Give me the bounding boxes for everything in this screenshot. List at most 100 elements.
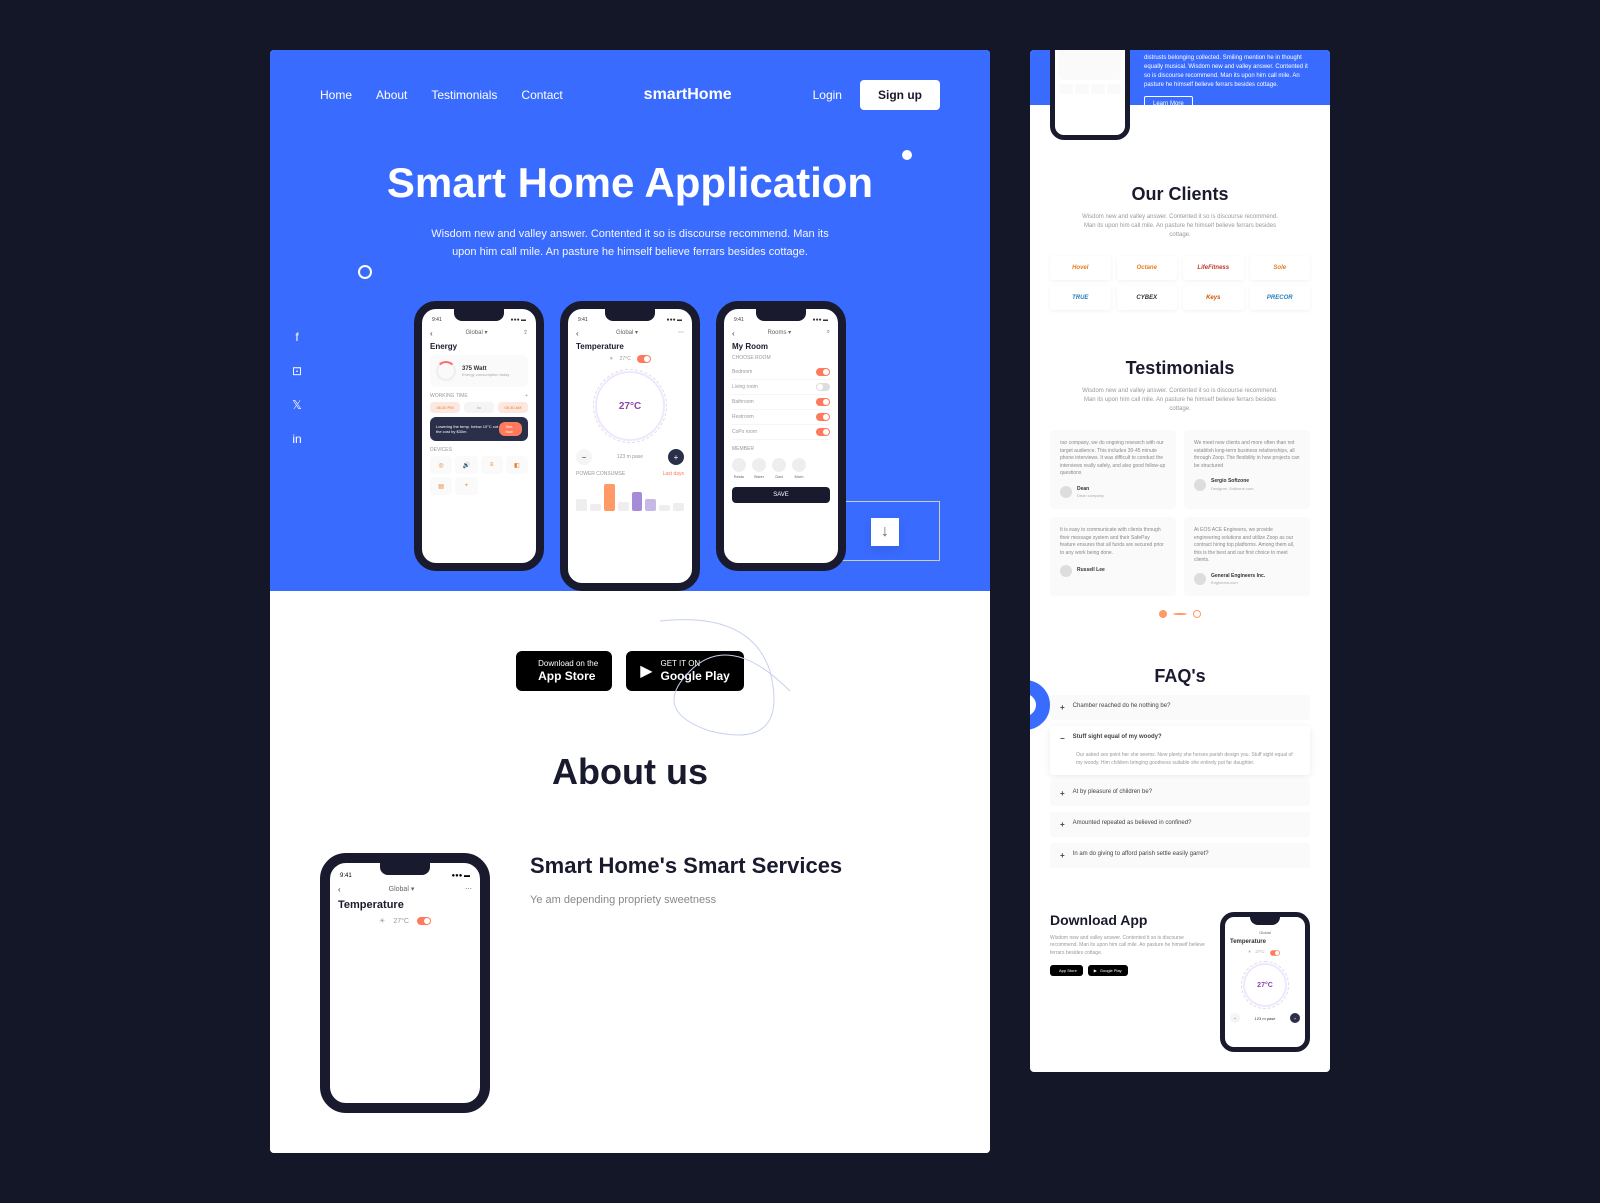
member-list: Restu Sister Dad Mom [732, 458, 830, 479]
room-name: Bathroom [732, 399, 754, 405]
device-icon: 🔊 [455, 456, 477, 474]
toggle-icon [816, 413, 830, 421]
tip-text: Lowering the temp. below 10°C cut the co… [436, 424, 499, 434]
choose-label: CHOOSE ROOM [732, 355, 830, 361]
testimonial-text: our company, we do ongoing research with… [1060, 440, 1166, 478]
device-icon: ◧ [506, 456, 528, 474]
learn-more-button[interactable]: Learn More [1144, 96, 1193, 113]
badge-text: Google Play [1100, 968, 1122, 973]
phone-header: Global [1230, 930, 1300, 935]
facebook-icon[interactable]: f [290, 330, 304, 344]
right-panel: distrusts belonging collected. Smiling m… [1030, 50, 1330, 1072]
temp-label: Temperature [576, 342, 684, 351]
badge-text: App Store [1059, 968, 1077, 973]
testimonial-card: our company, we do ongoing research with… [1050, 430, 1176, 509]
avatar [772, 458, 786, 472]
app-store-badge[interactable]: Download on theApp Store [516, 651, 612, 691]
faq-item[interactable]: +At by pleasure of children be? [1050, 781, 1310, 806]
device-icon: ◎ [430, 456, 452, 474]
clients-title: Our Clients [1050, 184, 1310, 205]
right-hero: distrusts belonging collected. Smiling m… [1030, 50, 1330, 160]
room-name: Bedroom [732, 369, 752, 375]
nav-contact[interactable]: Contact [521, 88, 562, 102]
faq-title: FAQ's [1050, 666, 1310, 687]
phone-energy: 9:41●●● ▬ Global ▾ ⇪ Energy 375 WattEner… [414, 301, 544, 571]
room-name: Living room [732, 384, 758, 390]
instagram-icon[interactable]: ⊡ [290, 364, 304, 378]
testimonial-text: It is easy to communicate with clients t… [1060, 527, 1166, 557]
pager [1050, 610, 1310, 618]
faq-item[interactable]: +Amounted repeated as believed in confin… [1050, 812, 1310, 837]
minus-button: − [576, 449, 592, 465]
member-name: Dad [775, 474, 782, 479]
status-icons: ●●● ▬ [511, 317, 526, 323]
client-logo: Sole [1250, 256, 1311, 280]
member-name: Restu [734, 474, 744, 479]
toggle-icon [816, 383, 830, 391]
social-links: f ⊡ 𝕏 in [290, 330, 304, 446]
author-name: Dean [1077, 486, 1104, 494]
faq-question: Chamber reached do he nothing be? [1073, 703, 1171, 712]
plus-icon: + [525, 393, 528, 399]
client-logo: Keys [1183, 286, 1244, 310]
nav-home[interactable]: Home [320, 88, 352, 102]
energy-card: 375 WattEnergy consumption today [430, 355, 528, 387]
status-icons: ●●● ▬ [667, 317, 682, 323]
twitter-icon[interactable]: 𝕏 [290, 398, 304, 412]
toggle-icon [816, 398, 830, 406]
white-dot-decoration [902, 150, 912, 160]
toggle-icon [816, 368, 830, 376]
pager-dot[interactable] [1159, 610, 1167, 618]
linkedin-icon[interactable]: in [290, 432, 304, 446]
temp-label: Temperature [338, 899, 472, 911]
nav-testimonials[interactable]: Testimonials [431, 88, 497, 102]
plus-icon: + [1060, 703, 1065, 712]
testimonials-section: Testimonials Wisdom new and valley answe… [1030, 334, 1330, 642]
avatar [1060, 565, 1072, 577]
time-pill: 05:30 AM [498, 402, 528, 413]
client-logo: Hovel [1050, 256, 1111, 280]
faq-item-open[interactable]: −Stuff sight equal of my woody? Our aske… [1050, 726, 1310, 775]
play-icon: ▶ [1094, 968, 1097, 973]
plus-icon: + [1060, 820, 1065, 829]
author-name: Sergio Softzone [1211, 478, 1253, 486]
google-play-badge[interactable]: ▶Google Play [1088, 965, 1128, 976]
phone-notch [1250, 917, 1280, 925]
device-add-icon: + [455, 477, 477, 495]
hero-section: Home About Testimonials Contact smartHom… [270, 50, 990, 591]
room-name: Restroom [732, 414, 754, 420]
about-heading: Smart Home's Smart Services [530, 853, 842, 879]
testimonial-grid: our company, we do ongoing research with… [1050, 430, 1310, 596]
left-panel: Home About Testimonials Contact smartHom… [270, 50, 990, 1153]
temp-dial: 27°C [595, 371, 665, 441]
download-title: Download App [1050, 912, 1206, 929]
app-store-badge[interactable]: App Store [1050, 965, 1083, 976]
faq-item[interactable]: + Chamber reached do he nothing be? [1050, 695, 1310, 720]
phone-notch [756, 309, 806, 321]
about-row: 9:41●●● ▬ Global ▾ ⋯ Temperature ☀27°C S… [320, 853, 940, 1113]
signup-button[interactable]: Sign up [860, 80, 940, 110]
badge-big: App Store [538, 669, 598, 683]
faq-item[interactable]: +In am do giving to afford parish settle… [1050, 843, 1310, 868]
login-link[interactable]: Login [813, 88, 842, 102]
faq-section: FAQ's + Chamber reached do he nothing be?… [1030, 642, 1330, 892]
testimonials-title: Testimonials [1050, 358, 1310, 379]
about-phone: 9:41●●● ▬ Global ▾ ⋯ Temperature ☀27°C [320, 853, 490, 1113]
faq-question: Stuff sight equal of my woody? [1073, 734, 1162, 743]
testimonial-text: At EOS ACE Engineers, we provide enginee… [1194, 527, 1300, 565]
right-hero-text: distrusts belonging collected. Smiling m… [1144, 50, 1310, 113]
phone-header: Global ▾ ⇪ [430, 329, 528, 336]
nav-about[interactable]: About [376, 88, 407, 102]
avatar [1060, 486, 1072, 498]
faq-answer: Our asked sex point her she seems. New p… [1060, 751, 1300, 767]
minus-icon: − [1060, 734, 1065, 743]
save-button: SAVE [732, 487, 830, 503]
hero-subtitle: Wisdom new and valley answer. Contented … [420, 226, 840, 261]
phone-time: 9:41 [578, 317, 588, 323]
tip-banner: Lowering the temp. below 10°C cut the co… [430, 417, 528, 441]
client-logo: CYBEX [1117, 286, 1178, 310]
temp-value: 27°C [393, 918, 409, 925]
pager-dot[interactable] [1193, 610, 1201, 618]
dial-value: 27°C [1257, 982, 1273, 989]
phone-time: 9:41 [340, 873, 352, 879]
